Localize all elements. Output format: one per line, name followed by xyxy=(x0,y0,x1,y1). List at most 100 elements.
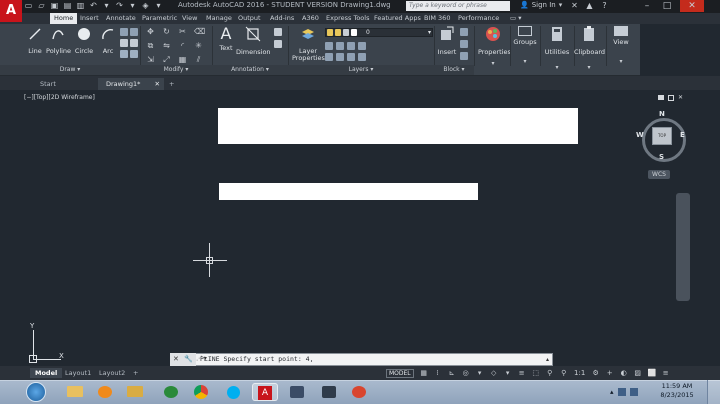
close-button[interactable]: ✕ xyxy=(680,0,704,12)
taskbar-app[interactable] xyxy=(316,383,342,401)
ellipse-icon[interactable] xyxy=(120,39,128,47)
gradient-icon[interactable] xyxy=(120,50,128,58)
share-icon[interactable]: ◈ xyxy=(141,1,150,11)
wcs-menu[interactable]: WCS xyxy=(648,170,670,179)
sign-in-area[interactable]: 👤 Sign In ▾ xyxy=(520,1,562,9)
circle-button[interactable]: Circle xyxy=(74,26,94,55)
file-tab-drawing1[interactable]: Drawing1* ✕ xyxy=(98,78,164,90)
compass-north[interactable]: N xyxy=(659,110,665,118)
navigation-bar[interactable] xyxy=(676,193,690,301)
workspace-gear-icon[interactable]: ⚙ xyxy=(592,369,600,377)
annotation-panel-footer[interactable]: Annotation ▾ xyxy=(212,65,288,75)
save-as-icon[interactable]: ▤ xyxy=(63,1,72,11)
file-tab-start[interactable]: Start xyxy=(32,78,96,90)
groups-button[interactable]: Groups ▾ xyxy=(512,26,538,65)
close-icon[interactable]: ✕ xyxy=(678,95,683,101)
layer-off-icon[interactable] xyxy=(325,41,333,50)
compass-south[interactable]: S xyxy=(659,153,664,161)
tab-view[interactable]: View xyxy=(182,13,197,24)
layer-previous-icon[interactable] xyxy=(347,52,355,61)
trim-icon[interactable]: ✂ xyxy=(178,27,187,37)
layer-freeze-icon[interactable] xyxy=(347,41,355,50)
network-icon[interactable] xyxy=(617,388,626,396)
taskbar-folder[interactable] xyxy=(122,383,148,401)
region-icon[interactable] xyxy=(130,50,138,58)
plot-icon[interactable]: ▥ xyxy=(76,1,85,11)
tab-featured-apps[interactable]: Featured Apps xyxy=(374,13,421,24)
explode-icon[interactable]: ✳ xyxy=(194,41,203,51)
rectangle-icon[interactable] xyxy=(120,28,128,36)
erase-icon[interactable]: ⌫ xyxy=(194,27,205,37)
tab-performance[interactable]: Performance xyxy=(458,13,499,24)
a360-icon[interactable]: ▲ xyxy=(585,1,594,11)
arc-button[interactable]: Arc xyxy=(98,26,118,55)
search-input[interactable]: Type a keyword or phrase xyxy=(406,1,510,11)
minimize-button[interactable]: – xyxy=(638,0,656,12)
save-icon[interactable]: ▣ xyxy=(50,1,59,11)
show-hidden-icons[interactable]: ▴ xyxy=(610,388,614,396)
new-file-icon[interactable]: ▭ xyxy=(24,1,33,11)
wrench-icon[interactable]: 🔧 xyxy=(184,355,193,363)
taskbar-media-player[interactable] xyxy=(92,383,118,401)
scale-icon[interactable]: ⤢ xyxy=(162,55,171,65)
boundary-icon[interactable] xyxy=(130,39,138,47)
grid-icon[interactable]: ▦ xyxy=(420,369,428,377)
polar-icon[interactable]: ◎ xyxy=(462,369,470,377)
clipboard-button[interactable]: Clipboard ▾ xyxy=(574,26,605,71)
annotation-scale[interactable]: 1:1 xyxy=(574,369,586,377)
add-icon[interactable]: + xyxy=(606,369,614,377)
selection-cycling-icon[interactable]: ⬚ xyxy=(532,369,540,377)
mirror-icon[interactable]: ⇋ xyxy=(162,41,171,51)
tab-home[interactable]: Home xyxy=(50,13,78,24)
copy-icon[interactable]: ⧉ xyxy=(146,41,155,51)
tab-insert[interactable]: Insert xyxy=(80,13,99,24)
show-desktop-button[interactable] xyxy=(707,380,720,404)
chevron-down-icon[interactable]: ▾ xyxy=(504,369,512,377)
viewport-controls[interactable]: [−][Top][2D Wireframe] xyxy=(24,94,95,101)
isolate-objects-icon[interactable]: ◐ xyxy=(620,369,628,377)
close-icon[interactable]: ✕ xyxy=(173,355,179,363)
ribbon-options-icon[interactable]: ▭ ▾ xyxy=(510,13,521,24)
tab-express-tools[interactable]: Express Tools xyxy=(326,13,369,24)
taskbar-autocad[interactable]: A xyxy=(252,383,278,401)
taskbar-media-center[interactable] xyxy=(158,383,184,401)
maximize-button[interactable]: □ xyxy=(658,0,676,12)
volume-icon[interactable] xyxy=(629,388,638,396)
create-block-icon[interactable] xyxy=(460,28,468,36)
new-tab-button[interactable]: + xyxy=(166,78,180,90)
restore-icon[interactable] xyxy=(668,95,674,101)
tab-parametric[interactable]: Parametric xyxy=(142,13,177,24)
make-current-icon[interactable] xyxy=(325,52,333,61)
hatch-icon[interactable] xyxy=(130,28,138,36)
viewcube-top-face[interactable]: TOP xyxy=(652,127,672,145)
stretch-icon[interactable]: ⇲ xyxy=(146,55,155,65)
tab-annotate[interactable]: Annotate xyxy=(106,13,136,24)
layer-isolate-icon[interactable] xyxy=(336,41,344,50)
taskbar-clock[interactable]: 11:59 AM 8/23/2015 xyxy=(652,382,702,400)
line-button[interactable]: Line xyxy=(26,26,44,55)
object-snap-icon[interactable]: ◇ xyxy=(490,369,498,377)
layout-tab-layout2[interactable]: Layout2 xyxy=(94,368,130,378)
modify-panel-footer[interactable]: Modify ▾ xyxy=(140,65,212,75)
properties-button[interactable]: Properties ▾ xyxy=(478,26,511,67)
customization-menu-icon[interactable]: ≡ xyxy=(662,369,670,377)
compass-west[interactable]: W xyxy=(636,131,644,139)
match-layer-icon[interactable] xyxy=(336,52,344,61)
edit-attributes-icon[interactable] xyxy=(460,52,468,60)
layer-properties-button[interactable]: Layer Properties xyxy=(292,26,325,62)
insert-block-button[interactable]: Insert xyxy=(436,26,458,56)
utilities-button[interactable]: Utilities ▾ xyxy=(542,26,572,71)
rotate-icon[interactable]: ↻ xyxy=(162,27,171,37)
tab-a360[interactable]: A360 xyxy=(302,13,319,24)
taskbar-recorder[interactable] xyxy=(346,383,372,401)
polyline-button[interactable]: Polyline xyxy=(46,26,71,55)
exchange-apps-icon[interactable]: ✕ xyxy=(570,1,579,11)
undo-dropdown-icon[interactable]: ▾ xyxy=(102,1,111,11)
edit-block-icon[interactable] xyxy=(460,40,468,48)
table-icon[interactable] xyxy=(274,40,282,48)
snap-icon[interactable]: ⁞ xyxy=(434,369,442,377)
lineweight-icon[interactable]: ≡ xyxy=(518,369,526,377)
tab-add-ins[interactable]: Add-ins xyxy=(270,13,294,24)
compass-east[interactable]: E xyxy=(680,131,685,139)
fillet-icon[interactable]: ◜ xyxy=(178,41,187,51)
